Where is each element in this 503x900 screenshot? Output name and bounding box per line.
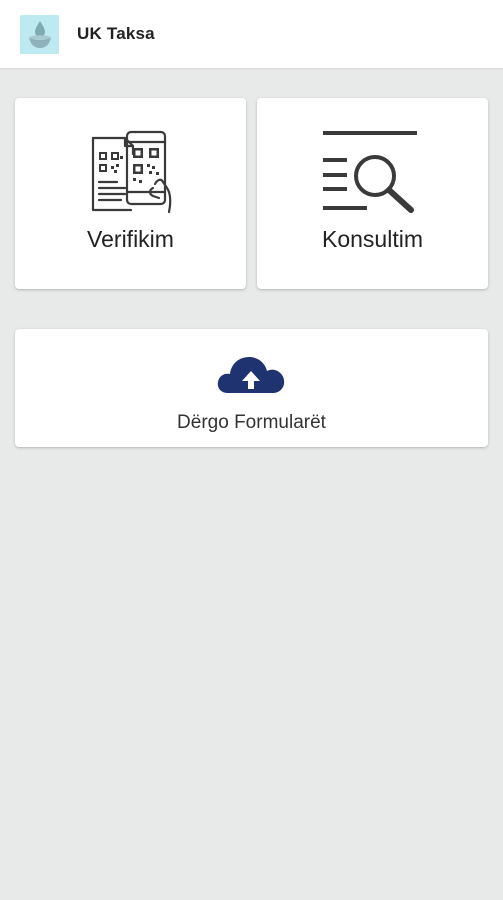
app-bar: UK Taksa <box>0 0 503 68</box>
water-drop-bowl-icon <box>20 15 59 54</box>
verifikim-label: Verifikim <box>87 226 174 252</box>
verifikim-card[interactable]: Verifikim <box>15 98 246 289</box>
app-logo <box>20 15 59 54</box>
konsultim-card[interactable]: Konsultim <box>257 98 488 289</box>
konsultim-label: Konsultim <box>322 226 423 252</box>
qr-document-phone-icon <box>91 130 172 214</box>
cloud-upload-icon <box>217 357 285 393</box>
dergo-formularet-card[interactable]: Dërgo Formularët <box>15 329 488 447</box>
app-title: UK Taksa <box>77 24 155 43</box>
dergo-formularet-label: Dërgo Formularët <box>177 412 326 433</box>
list-search-icon <box>323 131 417 213</box>
